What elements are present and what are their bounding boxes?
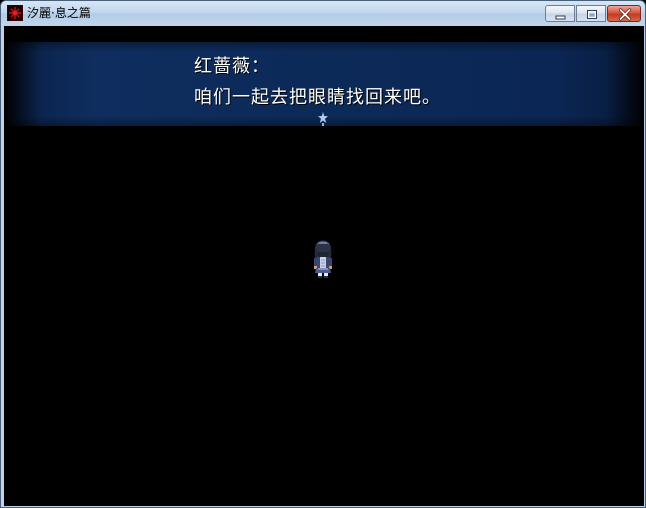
- game-app-icon[interactable]: [7, 5, 23, 21]
- pause-cursor-icon[interactable]: [318, 112, 328, 126]
- dialog-speaker-name: 红蔷薇：: [194, 56, 270, 77]
- player-character-sprite: [314, 240, 332, 278]
- dialog-text: 咱们一起去把眼睛找回来吧。: [194, 87, 441, 108]
- close-button[interactable]: [607, 5, 641, 22]
- minimize-button[interactable]: [545, 5, 575, 22]
- maximize-icon: [587, 10, 597, 19]
- title-bar[interactable]: 汐麗·息之篇: [1, 1, 645, 25]
- close-icon: [618, 8, 632, 21]
- game-screen[interactable]: 红蔷薇： 咱们一起去把眼睛找回来吧。: [4, 26, 644, 506]
- minimize-icon: [555, 15, 566, 20]
- game-window: 汐麗·息之篇 红蔷薇： 咱们一起去把眼睛找回来吧。: [0, 0, 646, 508]
- window-title: 汐麗·息之篇: [27, 6, 91, 20]
- maximize-button[interactable]: [576, 5, 606, 22]
